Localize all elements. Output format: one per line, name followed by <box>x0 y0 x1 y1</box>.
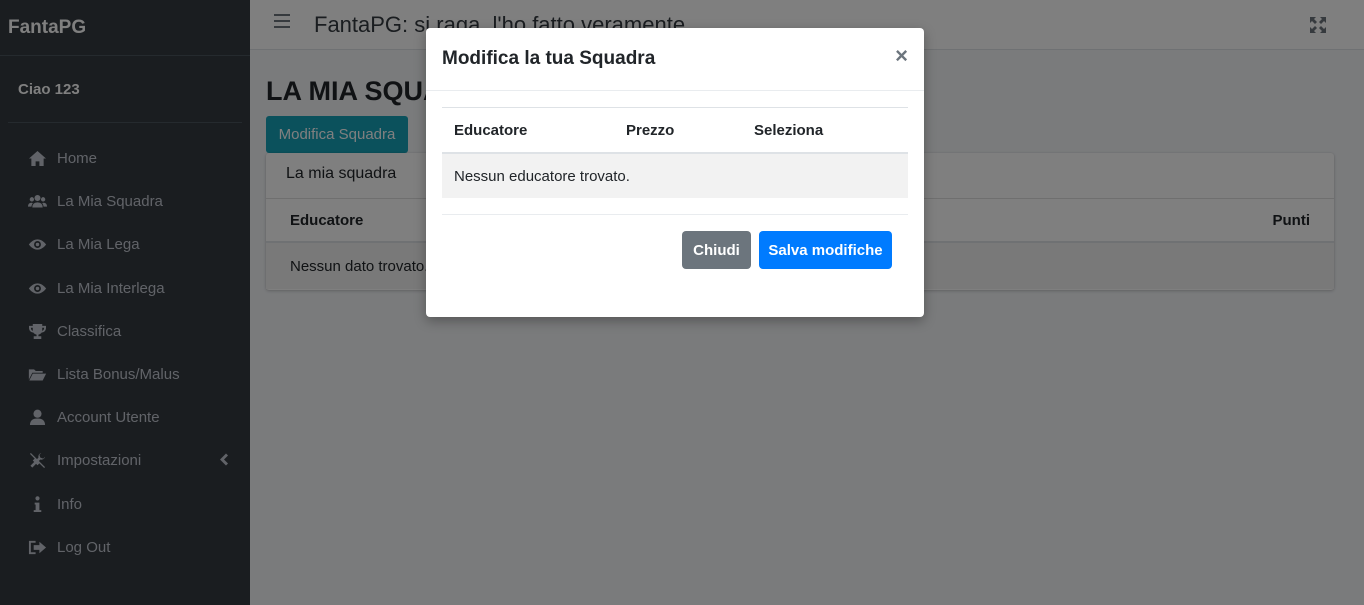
modal-header: Modifica la tua Squadra × <box>426 28 924 91</box>
save-button[interactable]: Salva modifiche <box>759 231 892 269</box>
educator-table: Educatore Prezzo Seleziona Nessun educat… <box>442 107 908 198</box>
modal-body: Educatore Prezzo Seleziona Nessun educat… <box>426 91 924 198</box>
modal-footer: Chiudi Salva modifiche <box>442 214 908 284</box>
table-header: Educatore Prezzo Seleziona <box>442 108 908 154</box>
column-header-prezzo: Prezzo <box>626 122 675 139</box>
close-button[interactable]: Chiudi <box>682 231 751 269</box>
edit-team-modal: Modifica la tua Squadra × Educatore Prez… <box>426 28 924 317</box>
column-header-seleziona: Seleziona <box>754 122 824 139</box>
close-icon[interactable]: × <box>895 44 908 68</box>
modal-title: Modifica la tua Squadra <box>442 48 656 69</box>
column-header-educatore: Educatore <box>454 122 528 139</box>
table-row: Nessun educatore trovato. <box>442 154 908 198</box>
empty-message: Nessun educatore trovato. <box>454 167 630 185</box>
